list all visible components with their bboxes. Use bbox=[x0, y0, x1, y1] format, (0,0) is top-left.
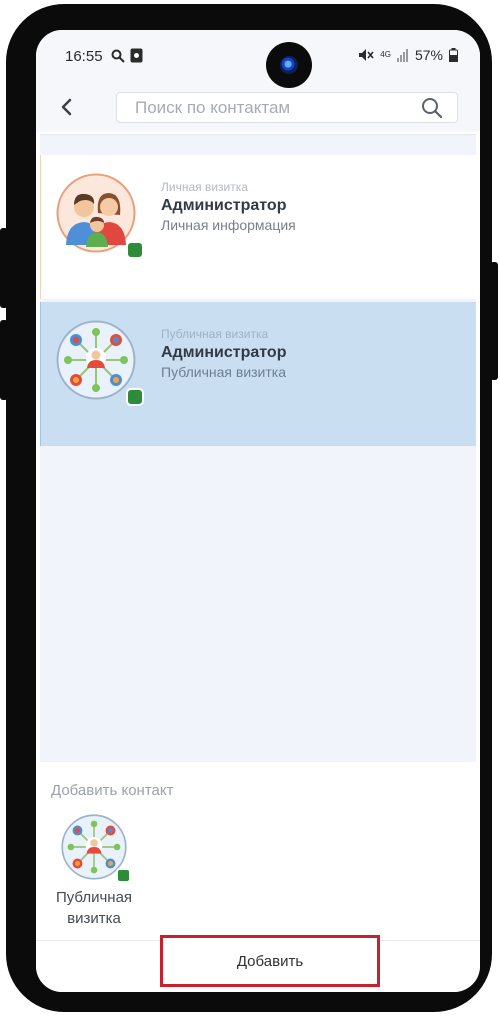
contact-list: Личная визитка Администратор Личная инфо… bbox=[40, 134, 476, 762]
search-bar bbox=[36, 84, 480, 132]
signal-icon bbox=[396, 48, 408, 62]
add-contact-panel: Добавить контакт Публичная визитка bbox=[36, 762, 480, 940]
contact-type: Публичная визитка bbox=[161, 327, 269, 341]
status-bar: 16:55 4G 57% bbox=[36, 30, 480, 84]
volume-button bbox=[0, 228, 8, 308]
search-box bbox=[116, 92, 458, 123]
add-contact-option-label: Публичная визитка bbox=[55, 889, 133, 927]
camera-lens bbox=[280, 56, 298, 74]
contact-subtitle: Публичная визитка bbox=[161, 364, 287, 380]
contact-card-personal[interactable]: Личная визитка Администратор Личная инфо… bbox=[40, 155, 476, 299]
bottom-bar: Добавить bbox=[36, 935, 480, 992]
network-type: 4G bbox=[380, 50, 391, 59]
battery-icon bbox=[449, 48, 458, 62]
family-avatar-icon bbox=[56, 173, 136, 253]
status-badge bbox=[116, 868, 131, 883]
status-badge bbox=[126, 241, 144, 259]
contact-subtitle: Личная информация bbox=[161, 217, 296, 233]
power-button bbox=[490, 262, 498, 380]
contact-name: Администратор bbox=[161, 344, 287, 361]
mute-icon bbox=[359, 49, 374, 61]
front-camera bbox=[266, 42, 312, 88]
add-button[interactable]: Добавить bbox=[160, 935, 380, 987]
screen: 16:55 4G 57% Поиск по контактам Личная в… bbox=[36, 30, 480, 992]
contact-card-public[interactable]: Публичная визитка Администратор Публична… bbox=[40, 302, 476, 446]
search-icon bbox=[422, 98, 443, 119]
status-right: 4G 57% bbox=[358, 47, 458, 63]
network-avatar-icon bbox=[56, 320, 136, 400]
search-button[interactable] bbox=[421, 97, 443, 119]
status-time: 16:55 bbox=[65, 48, 103, 65]
chevron-left-icon bbox=[61, 98, 72, 116]
contact-name: Администратор bbox=[161, 197, 287, 214]
add-contact-title: Добавить контакт bbox=[51, 782, 174, 799]
add-contact-option-public[interactable]: Публичная визитка bbox=[46, 814, 142, 934]
search-input[interactable] bbox=[135, 95, 405, 121]
phone-frame: 16:55 4G 57% Поиск по контактам Личная в… bbox=[0, 4, 498, 1012]
notification-app-icon bbox=[130, 48, 143, 63]
contact-type: Личная визитка bbox=[161, 180, 248, 194]
battery-percent: 57% bbox=[414, 47, 443, 63]
status-badge bbox=[126, 388, 144, 406]
volume-button-lower bbox=[0, 320, 8, 400]
status-search-icon bbox=[111, 49, 125, 63]
back-button[interactable] bbox=[52, 92, 82, 122]
